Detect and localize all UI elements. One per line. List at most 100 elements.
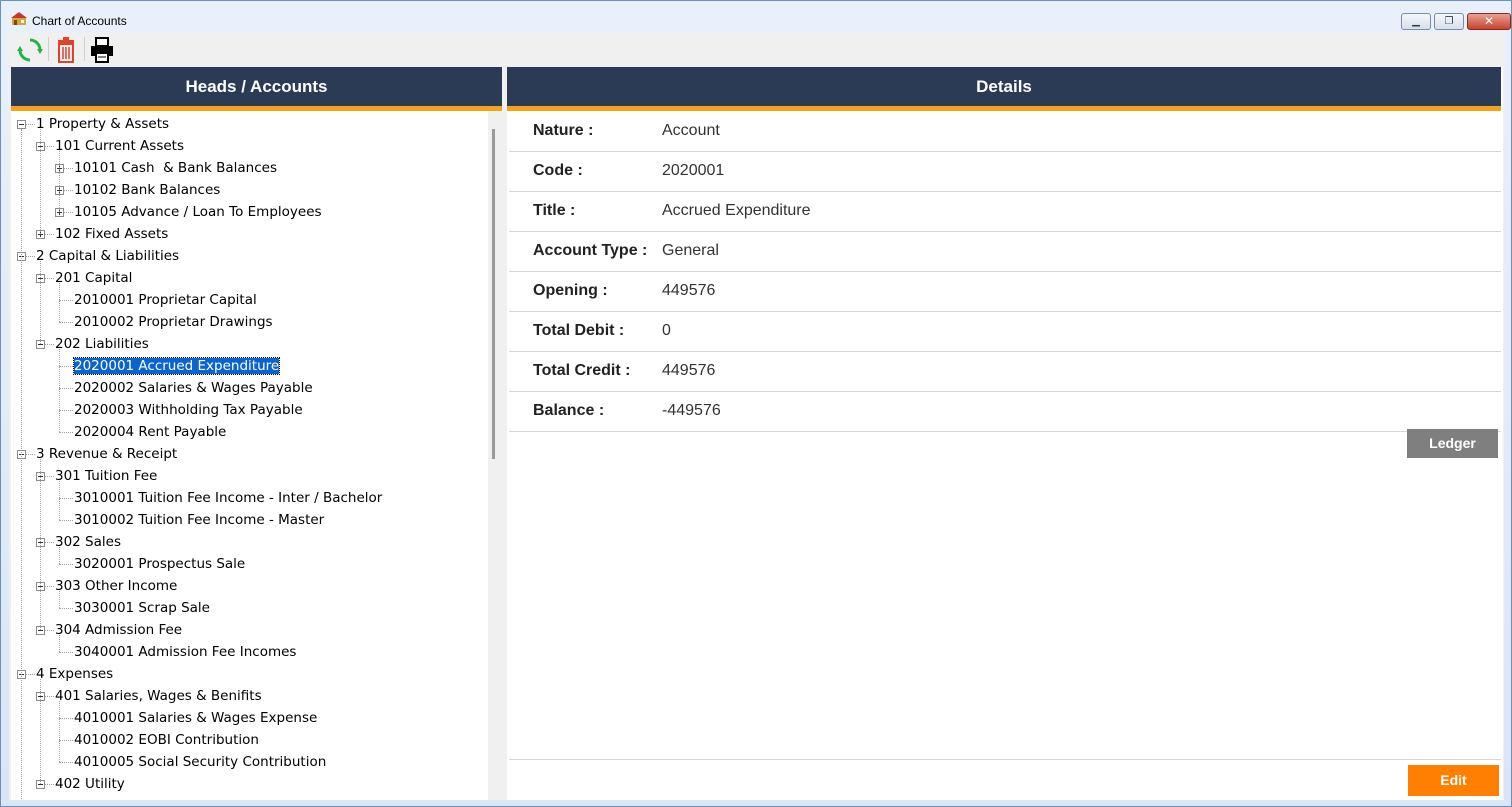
tree-node[interactable]: 1 Property & Assets: [36, 113, 169, 135]
detail-label: Balance :: [533, 402, 605, 419]
detail-row: Account Type : General: [509, 231, 1501, 272]
heads-accounts-header: Heads / Accounts: [11, 67, 502, 106]
tree-scrollbar-thumb[interactable]: [492, 129, 495, 459]
tree-node[interactable]: 201 Capital: [55, 267, 132, 289]
title-bar[interactable]: Chart of Accounts ▁ ❐ ✕: [1, 1, 1511, 33]
tree-node-label: 2 Capital & Liabilities: [36, 248, 180, 264]
tree-connector: [59, 366, 73, 367]
minimize-icon: ▁: [1412, 16, 1420, 27]
detail-value: 2020001: [662, 162, 725, 179]
detail-row: Title : Accrued Expenditure: [509, 191, 1501, 232]
tree-node[interactable]: 402 Utility: [55, 773, 125, 795]
tree-node-label: 10101 Cash & Bank Balances: [74, 160, 278, 176]
detail-row: Code : 2020001: [509, 151, 1501, 192]
details-header: Details: [507, 67, 1501, 106]
tree-node[interactable]: 2 Capital & Liabilities: [36, 245, 179, 267]
tree-node[interactable]: 3040001 Admission Fee Incomes: [74, 641, 296, 663]
tree-node[interactable]: 101 Current Assets: [55, 135, 184, 157]
tree-node[interactable]: 4010005 Social Security Contribution: [74, 751, 326, 773]
tree-node[interactable]: 302 Sales: [55, 531, 121, 553]
print-button[interactable]: [87, 35, 117, 65]
tree-node[interactable]: 2010001 Proprietar Capital: [74, 289, 257, 311]
tree-node-label: 4010001 Salaries & Wages Expense: [74, 710, 318, 726]
tree-connector: [59, 498, 73, 499]
tree-connector: [59, 432, 73, 433]
tree-connector: [59, 547, 60, 564]
collapse-icon[interactable]: [17, 120, 26, 129]
detail-row: Total Credit : 449576: [509, 351, 1501, 392]
tree-node[interactable]: 102 Fixed Assets: [55, 223, 168, 245]
tree-node[interactable]: 3010002 Tuition Fee Income - Master: [74, 509, 324, 531]
tree-connector: [59, 151, 60, 212]
tree-node-label: 303 Other Income: [55, 578, 178, 594]
detail-value: Accrued Expenditure: [662, 202, 811, 219]
tree-node-label: 302 Sales: [55, 534, 121, 550]
tree-node[interactable]: 303 Other Income: [55, 575, 177, 597]
maximize-button[interactable]: ❐: [1434, 13, 1464, 30]
tree-connector: [59, 388, 73, 389]
detail-label: Title :: [533, 202, 576, 219]
tree-node-label: 402 Utility: [55, 776, 125, 792]
tree-node[interactable]: 2020004 Rent Payable: [74, 421, 226, 443]
accounts-tree[interactable]: 1 Property & Assets 101 Current Assets 101…: [11, 111, 488, 800]
tree-node[interactable]: 10102 Bank Balances: [74, 179, 220, 201]
tree-connector: [59, 740, 73, 741]
delete-button[interactable]: [51, 35, 81, 65]
tree-connector: [40, 129, 41, 234]
client-area: Heads / Accounts 1 Property & Assets 101 …: [9, 33, 1504, 800]
tree-node-label: 2020003 Withholding Tax Payable: [74, 402, 303, 418]
tree-connector: [59, 520, 73, 521]
toolbar-separator: [84, 37, 85, 61]
tree-node[interactable]: 202 Liabilities: [55, 333, 149, 355]
tree-node[interactable]: 3010001 Tuition Fee Income - Inter / Bac…: [74, 487, 382, 509]
tree-node[interactable]: 4 Expenses: [36, 663, 113, 685]
tree-node[interactable]: 3030001 Scrap Sale: [74, 597, 210, 619]
accounts-app-icon: [11, 12, 27, 25]
tree-connector: [59, 349, 60, 432]
tree-node[interactable]: 2020002 Salaries & Wages Payable: [74, 377, 313, 399]
detail-label: Account Type :: [533, 242, 648, 259]
tree-connector: [40, 679, 41, 784]
close-button[interactable]: ✕: [1467, 13, 1511, 30]
window-title: Chart of Accounts: [32, 14, 127, 28]
detail-row: Balance : -449576: [509, 391, 1501, 432]
edit-button[interactable]: Edit: [1408, 765, 1499, 796]
detail-row: Nature : Account: [509, 111, 1501, 152]
tree-connector: [59, 410, 73, 411]
tree-node-label: 202 Liabilities: [55, 336, 149, 352]
tree-node-label: 2020002 Salaries & Wages Payable: [74, 380, 313, 396]
tree-node[interactable]: 10105 Advance / Loan To Employees: [74, 201, 322, 223]
detail-value: 449576: [662, 362, 716, 379]
tree-node[interactable]: 2020001 Accrued Expenditure: [72, 355, 281, 377]
tree-node[interactable]: 3020001 Prospectus Sale: [74, 553, 245, 575]
details-panel: Details Nature : Account Code : 2020001 Titl…: [507, 67, 1503, 800]
tree-node[interactable]: 10101 Cash & Bank Balances: [74, 157, 277, 179]
refresh-button[interactable]: [15, 35, 45, 65]
tree-node[interactable]: 4010001 Salaries & Wages Expense: [74, 707, 317, 729]
tree-node-label: 3040001 Admission Fee Incomes: [74, 644, 297, 660]
minimize-button[interactable]: ▁: [1401, 13, 1431, 30]
detail-label: Code :: [533, 162, 583, 179]
tree-node[interactable]: 3 Revenue & Receipt: [36, 443, 177, 465]
tree-connector: [59, 481, 60, 520]
printer-icon: [91, 37, 113, 63]
restore-icon: ❐: [1444, 16, 1454, 27]
tree-node-label: 3030001 Scrap Sale: [74, 600, 210, 616]
tree-scrollbar[interactable]: [488, 111, 502, 800]
tree-node-label: 2010001 Proprietar Capital: [74, 292, 257, 308]
close-icon: ✕: [1483, 14, 1495, 28]
tree-node[interactable]: 304 Admission Fee: [55, 619, 182, 641]
ledger-button[interactable]: Ledger: [1407, 429, 1498, 458]
tree-node[interactable]: 401 Salaries, Wages & Benifits: [55, 685, 262, 707]
tree-connector: [59, 564, 73, 565]
tree-node-label: 3020001 Prospectus Sale: [74, 556, 246, 572]
tree-node[interactable]: 2020003 Withholding Tax Payable: [74, 399, 303, 421]
tree-connector: [59, 701, 60, 762]
refresh-icon: [17, 38, 43, 62]
tree-node[interactable]: 4010002 EOBI Contribution: [74, 729, 259, 751]
tree-node-label: 2010002 Proprietar Drawings: [74, 314, 273, 330]
tree-connector: [59, 762, 73, 763]
tree-node[interactable]: 301 Tuition Fee: [55, 465, 157, 487]
tree-node-label: 10102 Bank Balances: [74, 182, 221, 198]
tree-node[interactable]: 2010002 Proprietar Drawings: [74, 311, 273, 333]
